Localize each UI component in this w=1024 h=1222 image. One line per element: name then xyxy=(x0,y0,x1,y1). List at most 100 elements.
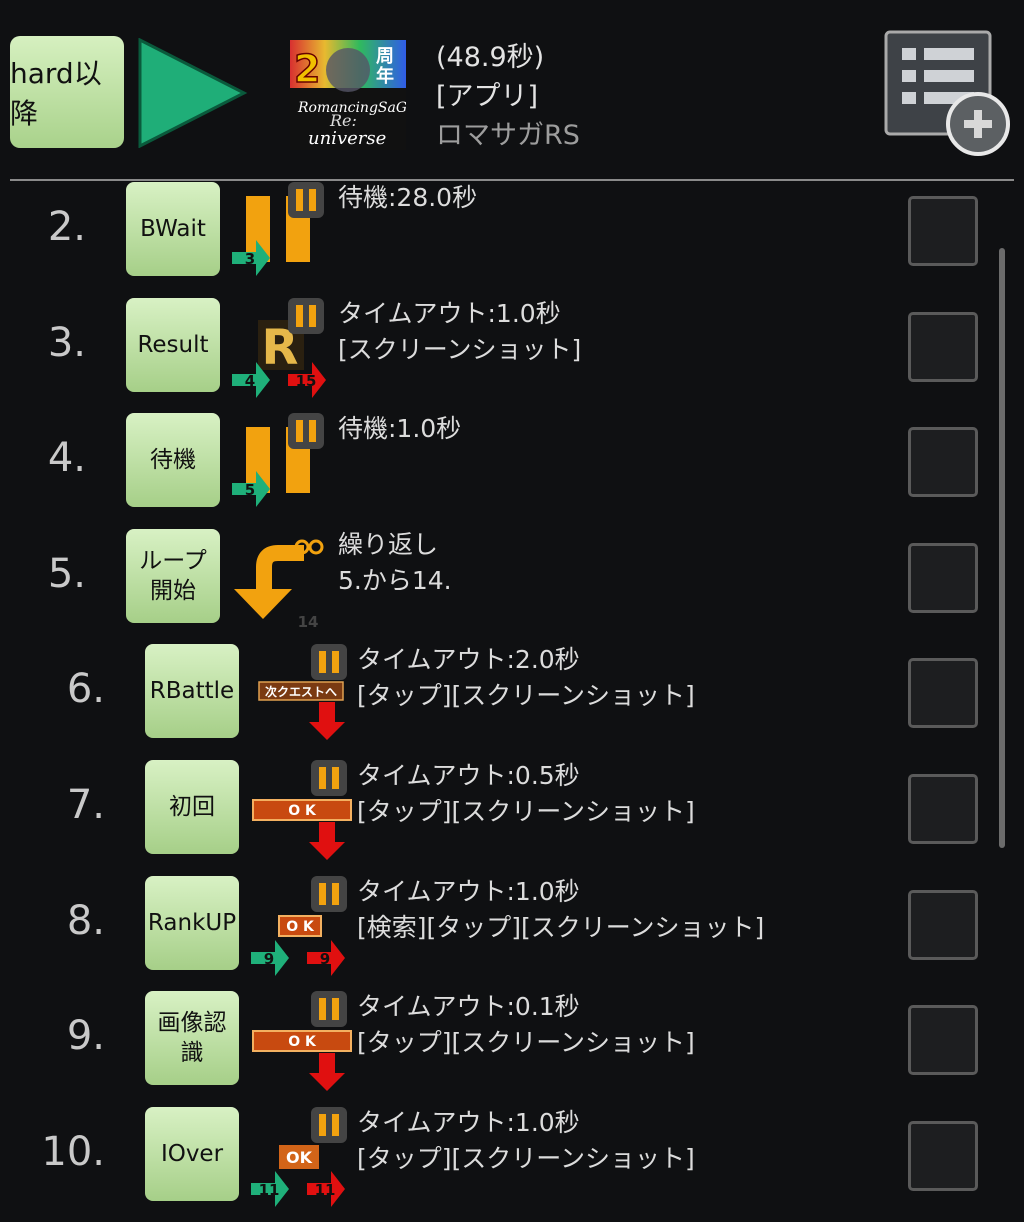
action-name-button[interactable]: Result xyxy=(126,297,220,392)
action-graphic: O K xyxy=(252,760,352,860)
description-line: [タップ][スクリーンショット] xyxy=(357,1028,695,1058)
action-row[interactable]: 2. BWait 3 待機:28.0秒 xyxy=(0,182,1024,297)
action-name-button[interactable]: 初回 xyxy=(145,760,239,854)
action-description: タイムアウト:1.0秒 [検索][タップ][スクリーンショット] xyxy=(357,874,764,946)
action-graphic: 次クエストへ xyxy=(258,644,347,741)
row-number: 5. xyxy=(47,550,86,597)
thumbnail-label: 次クエストへ xyxy=(265,684,337,699)
select-checkbox[interactable] xyxy=(908,774,978,844)
action-name-button[interactable]: 待機 xyxy=(126,413,220,508)
action-description: タイムアウト:1.0秒 [スクリーンショット] xyxy=(338,296,581,368)
thumbnail-label: O K xyxy=(288,803,317,819)
action-row[interactable]: 8. RankUP O K 9 9 タイムアウト:1.0秒 [検索][タップ][スクリーンシ… xyxy=(0,874,1024,991)
next-arrow-label: 5 xyxy=(245,481,255,499)
icon-badge-text-1: 周 xyxy=(376,46,394,67)
action-graphic: OK11 11 xyxy=(251,1106,347,1207)
icon-badge-number: 2 xyxy=(294,47,320,91)
row-number: 10. xyxy=(41,1128,105,1175)
action-row[interactable]: 7. 初回 O K タイムアウト:0.5秒 [タップ][スクリーンショット] xyxy=(0,760,1024,875)
description-line: [スクリーンショット] xyxy=(338,334,582,364)
action-row[interactable]: 5. ループ開始 14 繰り返し 5.から14. xyxy=(0,527,1024,644)
description-line: 繰り返し xyxy=(338,529,439,559)
action-row[interactable]: 10. IOver OK 11 11 タイムアウト:1.0秒 [タップ][スクリーンショット… xyxy=(0,1106,1024,1222)
description-line: [タップ][スクリーンショット] xyxy=(357,681,695,711)
row-number: 3. xyxy=(47,319,86,366)
select-checkbox[interactable] xyxy=(908,658,978,729)
tap-arrow-icon xyxy=(309,822,345,860)
action-graphic: R4 15 xyxy=(232,297,326,398)
action-row[interactable]: 6. RBattle 次クエストへ タイムアウト:2.0秒 [タップ][スクリーンショッ… xyxy=(0,644,1024,759)
action-description: 繰り返し 5.から14. xyxy=(338,527,452,599)
thumbnail-label: O K xyxy=(288,1034,317,1050)
action-graphic: O K 9 9 xyxy=(251,875,347,976)
action-description: 待機:1.0秒 xyxy=(338,411,461,447)
action-graphic: 5 xyxy=(232,413,324,508)
macro-info: (48.9秒) [アプリ] ロマサガRS xyxy=(436,38,580,155)
pause-icon xyxy=(311,875,347,912)
description-line: [検索][タップ][スクリーンショット] xyxy=(357,912,765,942)
action-graphic: 14 xyxy=(234,539,324,631)
row-number: 8. xyxy=(66,897,105,944)
action-list: 2. BWait 3 待機:28.0秒 3. Result R 4 15 タイムアウト:1.0秒[… xyxy=(0,182,1024,1222)
description-line: [タップ][スクリーンショット] xyxy=(357,797,695,826)
action-name-button[interactable]: RankUP xyxy=(145,875,239,970)
fail-arrow-label: 15 xyxy=(296,372,317,390)
scrollbar[interactable] xyxy=(999,248,1005,848)
select-checkbox[interactable] xyxy=(908,311,978,382)
macro-name-button[interactable]: hard以降 xyxy=(10,36,124,148)
description-line: 5.から14. xyxy=(338,565,452,595)
thumbnail-label: O K xyxy=(286,919,315,935)
select-checkbox[interactable] xyxy=(908,1120,978,1191)
description-line: タイムアウト:0.1秒 xyxy=(357,992,580,1022)
action-description: タイムアウト:0.5秒 [タップ][スクリーンショット] xyxy=(357,758,695,830)
action-description: タイムアウト:0.1秒 [タップ][スクリーンショット] xyxy=(357,989,695,1061)
description-line: タイムアウト:0.5秒 xyxy=(357,761,580,790)
select-checkbox[interactable] xyxy=(908,427,978,498)
pause-icon xyxy=(311,1106,347,1143)
play-icon[interactable] xyxy=(138,38,248,148)
app-name: ロマサガRS xyxy=(436,120,580,151)
action-row[interactable]: 4. 待機 5 待機:1.0秒 xyxy=(0,413,1024,528)
action-row[interactable]: 9. 画像認識 O K タイムアウト:0.1秒 [タップ][スクリーンショット] xyxy=(0,991,1024,1106)
list-add-icon[interactable] xyxy=(884,30,1012,160)
header-divider xyxy=(10,179,1014,181)
row-number: 7. xyxy=(66,782,105,828)
loop-icon xyxy=(256,544,304,591)
action-row[interactable]: 3. Result R 4 15 タイムアウト:1.0秒 [スクリーンショット] xyxy=(0,296,1024,413)
select-checkbox[interactable] xyxy=(908,196,978,266)
total-time: (48.9秒) xyxy=(436,42,545,73)
select-checkbox[interactable] xyxy=(908,1005,978,1076)
romasaga-rs-app-icon: 2 周 年 RomancingSaGa Re: universe xyxy=(290,40,406,150)
action-name-button[interactable]: RBattle xyxy=(145,644,239,739)
pause-icon xyxy=(288,182,324,218)
action-name-button[interactable]: IOver xyxy=(145,1106,239,1201)
pause-icon xyxy=(288,297,324,334)
loop-end-label: 14 xyxy=(298,613,319,631)
action-name-button[interactable]: BWait xyxy=(126,182,220,276)
pause-icon xyxy=(288,413,324,450)
tap-arrow-icon xyxy=(309,1053,345,1092)
action-graphic: O K xyxy=(252,991,352,1092)
action-name-button[interactable]: ループ開始 xyxy=(126,528,220,623)
next-arrow-label: 3 xyxy=(245,250,255,268)
row-number: 6. xyxy=(66,666,105,713)
description-line: タイムアウト:1.0秒 xyxy=(357,876,580,906)
next-arrow-label: 9 xyxy=(264,950,274,968)
action-graphic: 3 xyxy=(232,182,324,276)
fail-arrow-label: 11 xyxy=(315,1181,336,1199)
description-line: タイムアウト:1.0秒 xyxy=(338,298,561,328)
fail-arrow-label: 9 xyxy=(320,950,330,968)
select-checkbox[interactable] xyxy=(908,542,978,613)
row-number: 9. xyxy=(66,1013,105,1060)
pause-icon xyxy=(311,991,347,1028)
action-name-button[interactable]: 画像認識 xyxy=(145,991,239,1086)
pause-icon xyxy=(311,644,347,681)
thumbnail-label: OK xyxy=(286,1148,313,1167)
select-checkbox[interactable] xyxy=(908,889,978,960)
description-line: 待機:1.0秒 xyxy=(338,414,462,444)
action-description: 待機:28.0秒 xyxy=(338,182,477,216)
next-arrow-label: 4 xyxy=(245,372,255,390)
row-number: 2. xyxy=(47,204,86,250)
description-line: タイムアウト:1.0秒 xyxy=(357,1107,580,1137)
category-label: [アプリ] xyxy=(436,81,539,112)
